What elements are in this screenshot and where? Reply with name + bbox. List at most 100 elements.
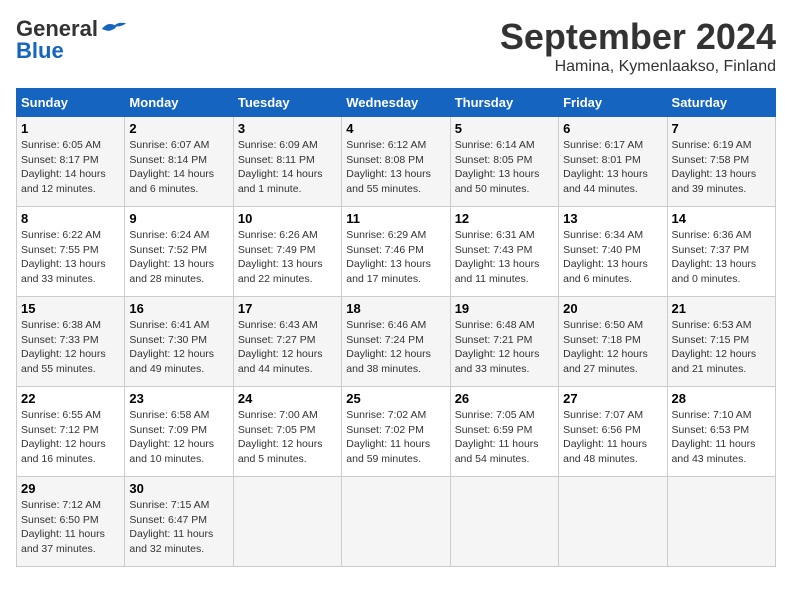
cell-content: Sunrise: 6:09 AM Sunset: 8:11 PM Dayligh… — [238, 138, 337, 197]
calendar-cell: 14 Sunrise: 6:36 AM Sunset: 7:37 PM Dayl… — [667, 207, 775, 297]
day-number: 8 — [21, 211, 120, 226]
sunset-label: Sunset: 7:15 PM — [672, 334, 750, 346]
sunrise-label: Sunrise: 7:07 AM — [563, 409, 643, 421]
sunrise-label: Sunrise: 6:29 AM — [346, 229, 426, 241]
day-number: 26 — [455, 391, 554, 406]
sunset-label: Sunset: 6:53 PM — [672, 424, 750, 436]
sunrise-label: Sunrise: 6:36 AM — [672, 229, 752, 241]
calendar-table: SundayMondayTuesdayWednesdayThursdayFrid… — [16, 88, 776, 567]
cell-content: Sunrise: 6:14 AM Sunset: 8:05 PM Dayligh… — [455, 138, 554, 197]
daylight-label: Daylight: 12 hours and 10 minutes. — [129, 438, 214, 465]
sunrise-label: Sunrise: 6:12 AM — [346, 139, 426, 151]
calendar-cell — [667, 477, 775, 567]
day-number: 3 — [238, 121, 337, 136]
daylight-label: Daylight: 12 hours and 49 minutes. — [129, 348, 214, 375]
calendar-header-row: SundayMondayTuesdayWednesdayThursdayFrid… — [17, 89, 776, 117]
daylight-label: Daylight: 12 hours and 38 minutes. — [346, 348, 431, 375]
sunrise-label: Sunrise: 6:22 AM — [21, 229, 101, 241]
sunrise-label: Sunrise: 7:02 AM — [346, 409, 426, 421]
day-number: 18 — [346, 301, 445, 316]
calendar-cell: 25 Sunrise: 7:02 AM Sunset: 7:02 PM Dayl… — [342, 387, 450, 477]
sunrise-label: Sunrise: 7:00 AM — [238, 409, 318, 421]
sunset-label: Sunset: 8:08 PM — [346, 154, 424, 166]
cell-content: Sunrise: 6:41 AM Sunset: 7:30 PM Dayligh… — [129, 318, 228, 377]
sunrise-label: Sunrise: 6:53 AM — [672, 319, 752, 331]
calendar-week-row: 1 Sunrise: 6:05 AM Sunset: 8:17 PM Dayli… — [17, 117, 776, 207]
calendar-cell: 7 Sunrise: 6:19 AM Sunset: 7:58 PM Dayli… — [667, 117, 775, 207]
daylight-label: Daylight: 11 hours and 32 minutes. — [129, 528, 213, 555]
calendar-cell — [450, 477, 558, 567]
sunset-label: Sunset: 8:11 PM — [238, 154, 315, 166]
day-number: 29 — [21, 481, 120, 496]
cell-content: Sunrise: 6:50 AM Sunset: 7:18 PM Dayligh… — [563, 318, 662, 377]
day-number: 14 — [672, 211, 771, 226]
day-number: 6 — [563, 121, 662, 136]
calendar-week-row: 29 Sunrise: 7:12 AM Sunset: 6:50 PM Dayl… — [17, 477, 776, 567]
calendar-cell: 20 Sunrise: 6:50 AM Sunset: 7:18 PM Dayl… — [559, 297, 667, 387]
sunrise-label: Sunrise: 6:50 AM — [563, 319, 643, 331]
daylight-label: Daylight: 11 hours and 43 minutes. — [672, 438, 756, 465]
day-number: 7 — [672, 121, 771, 136]
sunrise-label: Sunrise: 6:58 AM — [129, 409, 209, 421]
sunrise-label: Sunrise: 7:15 AM — [129, 499, 209, 511]
daylight-label: Daylight: 14 hours and 6 minutes. — [129, 168, 214, 195]
day-number: 9 — [129, 211, 228, 226]
cell-content: Sunrise: 7:07 AM Sunset: 6:56 PM Dayligh… — [563, 408, 662, 467]
daylight-label: Daylight: 11 hours and 37 minutes. — [21, 528, 105, 555]
daylight-label: Daylight: 13 hours and 55 minutes. — [346, 168, 431, 195]
calendar-cell: 16 Sunrise: 6:41 AM Sunset: 7:30 PM Dayl… — [125, 297, 233, 387]
sunset-label: Sunset: 7:09 PM — [129, 424, 207, 436]
cell-content: Sunrise: 6:38 AM Sunset: 7:33 PM Dayligh… — [21, 318, 120, 377]
calendar-cell: 28 Sunrise: 7:10 AM Sunset: 6:53 PM Dayl… — [667, 387, 775, 477]
daylight-label: Daylight: 11 hours and 48 minutes. — [563, 438, 647, 465]
day-number: 13 — [563, 211, 662, 226]
cell-content: Sunrise: 7:00 AM Sunset: 7:05 PM Dayligh… — [238, 408, 337, 467]
cell-content: Sunrise: 6:48 AM Sunset: 7:21 PM Dayligh… — [455, 318, 554, 377]
calendar-cell: 26 Sunrise: 7:05 AM Sunset: 6:59 PM Dayl… — [450, 387, 558, 477]
daylight-label: Daylight: 13 hours and 0 minutes. — [672, 258, 757, 285]
sunset-label: Sunset: 7:24 PM — [346, 334, 424, 346]
day-number: 2 — [129, 121, 228, 136]
cell-content: Sunrise: 6:24 AM Sunset: 7:52 PM Dayligh… — [129, 228, 228, 287]
daylight-label: Daylight: 11 hours and 54 minutes. — [455, 438, 539, 465]
calendar-cell: 8 Sunrise: 6:22 AM Sunset: 7:55 PM Dayli… — [17, 207, 125, 297]
header-tuesday: Tuesday — [233, 89, 341, 117]
sunset-label: Sunset: 7:05 PM — [238, 424, 316, 436]
daylight-label: Daylight: 12 hours and 5 minutes. — [238, 438, 323, 465]
title-block: September 2024 Hamina, Kymenlaakso, Finl… — [500, 16, 776, 76]
cell-content: Sunrise: 6:46 AM Sunset: 7:24 PM Dayligh… — [346, 318, 445, 377]
sunset-label: Sunset: 7:33 PM — [21, 334, 99, 346]
day-number: 5 — [455, 121, 554, 136]
cell-content: Sunrise: 6:53 AM Sunset: 7:15 PM Dayligh… — [672, 318, 771, 377]
header-sunday: Sunday — [17, 89, 125, 117]
calendar-cell: 5 Sunrise: 6:14 AM Sunset: 8:05 PM Dayli… — [450, 117, 558, 207]
sunrise-label: Sunrise: 6:07 AM — [129, 139, 209, 151]
daylight-label: Daylight: 12 hours and 33 minutes. — [455, 348, 540, 375]
day-number: 23 — [129, 391, 228, 406]
calendar-cell: 3 Sunrise: 6:09 AM Sunset: 8:11 PM Dayli… — [233, 117, 341, 207]
sunrise-label: Sunrise: 7:10 AM — [672, 409, 752, 421]
sunset-label: Sunset: 8:14 PM — [129, 154, 207, 166]
calendar-cell: 27 Sunrise: 7:07 AM Sunset: 6:56 PM Dayl… — [559, 387, 667, 477]
day-number: 15 — [21, 301, 120, 316]
cell-content: Sunrise: 6:07 AM Sunset: 8:14 PM Dayligh… — [129, 138, 228, 197]
daylight-label: Daylight: 14 hours and 1 minute. — [238, 168, 323, 195]
day-number: 1 — [21, 121, 120, 136]
cell-content: Sunrise: 6:34 AM Sunset: 7:40 PM Dayligh… — [563, 228, 662, 287]
calendar-cell: 4 Sunrise: 6:12 AM Sunset: 8:08 PM Dayli… — [342, 117, 450, 207]
day-number: 28 — [672, 391, 771, 406]
sunrise-label: Sunrise: 6:17 AM — [563, 139, 643, 151]
header-friday: Friday — [559, 89, 667, 117]
sunset-label: Sunset: 7:30 PM — [129, 334, 207, 346]
sunrise-label: Sunrise: 6:31 AM — [455, 229, 535, 241]
day-number: 22 — [21, 391, 120, 406]
sunrise-label: Sunrise: 7:12 AM — [21, 499, 101, 511]
sunrise-label: Sunrise: 6:55 AM — [21, 409, 101, 421]
daylight-label: Daylight: 12 hours and 21 minutes. — [672, 348, 757, 375]
cell-content: Sunrise: 6:19 AM Sunset: 7:58 PM Dayligh… — [672, 138, 771, 197]
calendar-cell: 11 Sunrise: 6:29 AM Sunset: 7:46 PM Dayl… — [342, 207, 450, 297]
sunrise-label: Sunrise: 6:41 AM — [129, 319, 209, 331]
calendar-week-row: 8 Sunrise: 6:22 AM Sunset: 7:55 PM Dayli… — [17, 207, 776, 297]
cell-content: Sunrise: 6:05 AM Sunset: 8:17 PM Dayligh… — [21, 138, 120, 197]
header-monday: Monday — [125, 89, 233, 117]
